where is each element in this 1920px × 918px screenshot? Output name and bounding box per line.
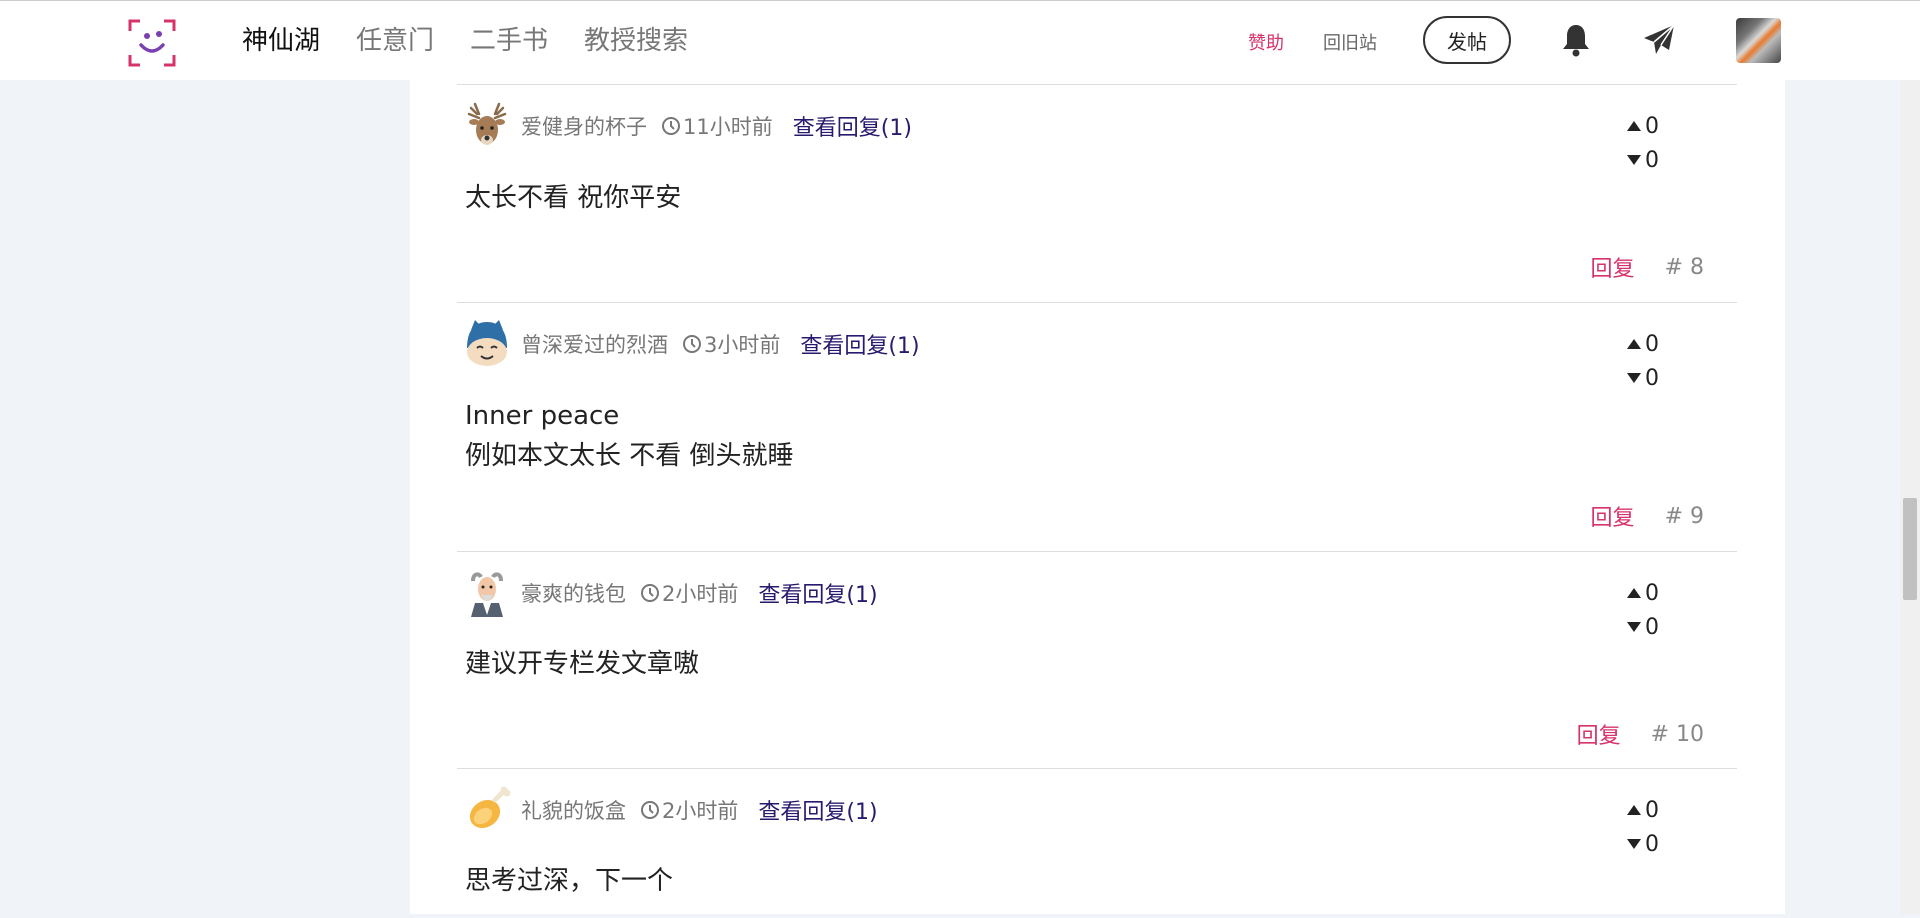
caret-down-icon — [1627, 373, 1641, 383]
nav-item-professor-search[interactable]: 教授搜索 — [584, 21, 688, 61]
upvote-count: 0 — [1645, 580, 1659, 606]
comment-username[interactable]: 爱健身的杯子 — [521, 111, 647, 141]
downvote-count: 0 — [1645, 614, 1659, 640]
comment-footer: 回复 # 9 — [1591, 500, 1704, 532]
reply-button[interactable]: 回复 — [1577, 718, 1621, 750]
comment-time: 2小时前 — [640, 578, 738, 608]
comment-body: 太长不看 祝你平安 — [465, 178, 681, 218]
caret-up-icon — [1627, 588, 1641, 598]
comment-username[interactable]: 豪爽的钱包 — [521, 578, 626, 608]
comment-username[interactable]: 曾深爱过的烈酒 — [521, 329, 668, 359]
view-replies-link[interactable]: 查看回复(1) — [793, 110, 912, 142]
deer-avatar-icon — [467, 102, 507, 145]
comment-item: 爱健身的杯子 11小时前 查看回复(1) 太长不看 祝你平安 0 0 回复 # … — [457, 84, 1737, 302]
reply-button[interactable]: 回复 — [1591, 251, 1635, 283]
comment-time: 3小时前 — [682, 329, 780, 359]
caret-down-icon — [1627, 622, 1641, 632]
user-avatar[interactable] — [1736, 18, 1781, 63]
caret-up-icon — [1627, 805, 1641, 815]
vote-box: 0 0 — [1627, 793, 1659, 861]
comment-time-text: 3小时前 — [704, 333, 781, 357]
clock-icon — [662, 117, 680, 135]
comment-text-line: 太长不看 祝你平安 — [465, 183, 682, 213]
clock-icon — [641, 584, 659, 602]
downvote-count: 0 — [1645, 365, 1659, 391]
caret-down-icon — [1627, 155, 1641, 165]
new-post-button[interactable]: 发帖 — [1423, 16, 1511, 64]
old-site-link[interactable]: 回旧站 — [1323, 29, 1377, 55]
comment-footer: 回复 # 8 — [1591, 251, 1704, 283]
floor-number: # 8 — [1664, 254, 1704, 280]
vote-box: 0 0 — [1627, 327, 1659, 395]
comment-time-text: 2小时前 — [662, 799, 739, 823]
comment-panel: 爱健身的杯子 11小时前 查看回复(1) 太长不看 祝你平安 0 0 回复 # … — [410, 80, 1785, 914]
caret-down-icon — [1627, 839, 1641, 849]
top-header: 神仙湖 任意门 二手书 教授搜索 赞助 回旧站 发帖 — [0, 0, 1920, 80]
view-replies-link[interactable]: 查看回复(1) — [758, 577, 877, 609]
nav-item-home[interactable]: 神仙湖 — [242, 21, 320, 61]
comment-item: 礼貌的饭盒 2小时前 查看回复(1) 思考过深，下一个 0 0 — [457, 768, 1737, 918]
view-replies-link[interactable]: 查看回复(1) — [758, 794, 877, 826]
clock-icon — [641, 801, 659, 819]
scrollbar-thumb[interactable] — [1903, 498, 1917, 600]
comment-text-line: Inner peace — [465, 401, 620, 431]
downvote-button[interactable]: 0 — [1627, 361, 1659, 395]
downvote-button[interactable]: 0 — [1627, 143, 1659, 177]
professor-avatar-icon — [471, 572, 503, 617]
comment-time: 2小时前 — [640, 795, 738, 825]
caret-up-icon — [1627, 339, 1641, 349]
main-nav: 神仙湖 任意门 二手书 教授搜索 — [242, 21, 688, 61]
upvote-button[interactable]: 0 — [1627, 109, 1659, 143]
comment-time-text: 2小时前 — [662, 582, 739, 606]
nav-item-portal[interactable]: 任意门 — [356, 21, 434, 61]
upvote-count: 0 — [1645, 331, 1659, 357]
caret-up-icon — [1627, 121, 1641, 131]
drumstick-avatar-icon — [469, 786, 511, 829]
floor-number: # 9 — [1664, 503, 1704, 529]
comment-item: 豪爽的钱包 2小时前 查看回复(1) 建议开专栏发文章嗷 0 0 回复 # 10 — [457, 551, 1737, 768]
upvote-button[interactable]: 0 — [1627, 793, 1659, 827]
comment-list: 爱健身的杯子 11小时前 查看回复(1) 太长不看 祝你平安 0 0 回复 # … — [457, 84, 1737, 918]
downvote-count: 0 — [1645, 147, 1659, 173]
bell-icon[interactable] — [1560, 23, 1592, 57]
vote-box: 0 0 — [1627, 576, 1659, 644]
nav-item-secondhand-books[interactable]: 二手书 — [470, 21, 548, 61]
comment-time: 11小时前 — [661, 111, 773, 141]
upvote-count: 0 — [1645, 113, 1659, 139]
comment-item: 曾深爱过的烈酒 3小时前 查看回复(1) Inner peace 例如本文太长 … — [457, 302, 1737, 551]
comment-text-line: 思考过深，下一个 — [465, 866, 674, 896]
comment-body: Inner peace 例如本文太长 不看 倒头就睡 — [465, 396, 794, 476]
comment-text-line: 建议开专栏发文章嗷 — [465, 649, 700, 679]
upvote-count: 0 — [1645, 797, 1659, 823]
comment-username[interactable]: 礼貌的饭盒 — [521, 795, 626, 825]
comment-body: 思考过深，下一个 — [465, 861, 673, 901]
page-scrollbar[interactable] — [1900, 80, 1920, 914]
site-logo-icon[interactable] — [128, 19, 176, 67]
vote-box: 0 0 — [1627, 109, 1659, 177]
clock-icon — [683, 335, 701, 353]
blue-creature-avatar-icon — [467, 320, 507, 366]
floor-number: # 10 — [1650, 721, 1704, 747]
upvote-button[interactable]: 0 — [1627, 327, 1659, 361]
reply-button[interactable]: 回复 — [1591, 500, 1635, 532]
downvote-button[interactable]: 0 — [1627, 610, 1659, 644]
sponsor-link[interactable]: 赞助 — [1248, 29, 1284, 55]
paper-plane-icon[interactable] — [1642, 23, 1676, 57]
comment-text-line: 例如本文太长 不看 倒头就睡 — [465, 441, 794, 471]
comment-footer: 回复 # 10 — [1577, 718, 1704, 750]
downvote-button[interactable]: 0 — [1627, 827, 1659, 861]
view-replies-link[interactable]: 查看回复(1) — [800, 328, 919, 360]
upvote-button[interactable]: 0 — [1627, 576, 1659, 610]
comment-time-text: 11小时前 — [683, 115, 773, 139]
comment-body: 建议开专栏发文章嗷 — [465, 644, 699, 684]
downvote-count: 0 — [1645, 831, 1659, 857]
